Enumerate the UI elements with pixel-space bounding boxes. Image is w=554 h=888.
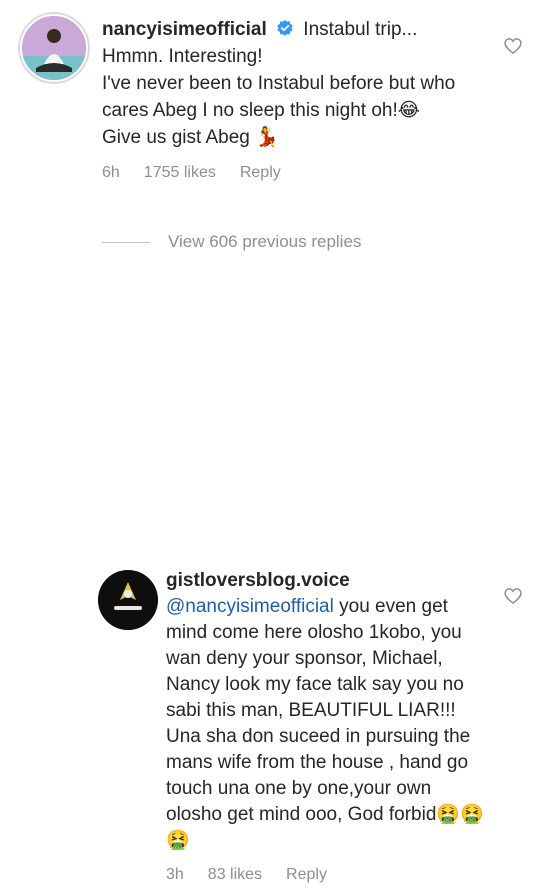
- reply-button[interactable]: Reply: [240, 159, 281, 186]
- mention-link[interactable]: @nancyisimeofficial: [166, 596, 334, 617]
- avatar[interactable]: [98, 570, 158, 630]
- comment-line: Give us gist Abeg 💃: [102, 127, 279, 148]
- reply-item: gistloversblog.voice @nancyisimeofficial…: [0, 280, 554, 883]
- comment-item: nancyisimeofficial Instabul trip... Hmmn…: [0, 0, 554, 220]
- reply-likes[interactable]: 83 likes: [208, 862, 262, 888]
- comment-body: nancyisimeofficial Instabul trip... Hmmn…: [102, 16, 482, 186]
- reply-meta: 3h 83 likes Reply: [166, 862, 486, 888]
- comment-username[interactable]: nancyisimeofficial: [102, 19, 267, 40]
- view-replies-label: View 606 previous replies: [168, 232, 362, 251]
- reply-body: gistloversblog.voice @nancyisimeofficial…: [166, 568, 486, 888]
- heart-outline-icon[interactable]: [503, 586, 523, 606]
- comment-likes[interactable]: 1755 likes: [144, 159, 216, 186]
- reply-text-block: @nancyisimeofficial you even get mind co…: [166, 594, 486, 854]
- reply-username[interactable]: gistloversblog.voice: [166, 570, 350, 591]
- comment-meta: 6h 1755 likes Reply: [102, 159, 482, 186]
- comment-line: Hmmn. Interesting!: [102, 46, 263, 67]
- reply-time: 3h: [166, 866, 184, 883]
- view-previous-replies-button[interactable]: View 606 previous replies: [102, 232, 361, 252]
- avatar-image: [98, 570, 158, 630]
- comment-time: 6h: [102, 164, 120, 181]
- comment-line: I've never been to Instabul before but w…: [102, 73, 456, 121]
- avatar[interactable]: [20, 14, 88, 82]
- caption-snippet[interactable]: Instabul trip...: [303, 19, 417, 40]
- verified-badge-icon: [277, 19, 293, 36]
- divider: [102, 241, 150, 243]
- heart-outline-icon[interactable]: [503, 36, 523, 56]
- avatar-image: [22, 16, 86, 80]
- reply-button[interactable]: Reply: [286, 862, 327, 888]
- reply-text: you even get mind come here olosho 1kobo…: [166, 596, 484, 851]
